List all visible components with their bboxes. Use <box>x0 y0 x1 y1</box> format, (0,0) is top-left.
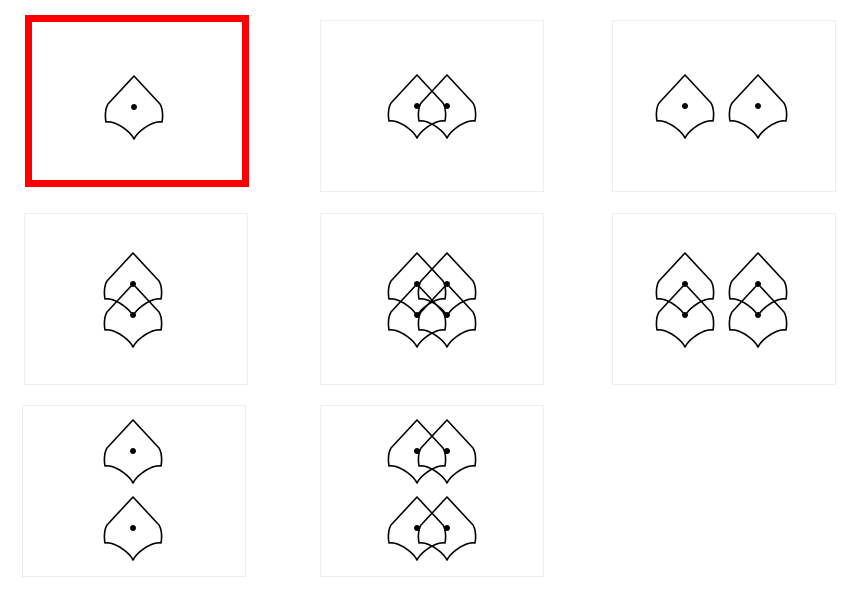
pentagon-shield-icon <box>103 283 163 348</box>
center-dot <box>444 103 450 109</box>
center-dot <box>130 448 136 454</box>
tile-four-overlapping-grid[interactable] <box>320 213 544 385</box>
glyph-group <box>387 252 477 348</box>
pentagon-shield-icon <box>417 496 477 561</box>
glyph-group <box>655 74 788 139</box>
pentagon-shield-icon <box>103 496 163 561</box>
center-dot <box>131 104 137 110</box>
pentagon-shield-icon <box>104 75 164 140</box>
pentagon-shield-icon <box>387 283 447 348</box>
center-dot <box>130 312 136 318</box>
center-dot <box>755 312 761 318</box>
glyph-group <box>387 419 477 561</box>
tile-two-overlapping-horizontal[interactable] <box>320 20 544 192</box>
center-dot <box>682 312 688 318</box>
pentagon-shield-icon <box>387 496 447 561</box>
glyph-group <box>104 75 164 140</box>
tile-two-separated-vertical[interactable] <box>22 405 246 577</box>
tile-single[interactable] <box>25 15 249 187</box>
pentagon-shield-icon <box>728 74 788 139</box>
center-dot <box>755 103 761 109</box>
glyph-group <box>655 252 788 348</box>
center-dot <box>444 448 450 454</box>
pentagon-shield-icon <box>387 419 447 484</box>
pentagon-shield-icon <box>417 74 477 139</box>
center-dot <box>444 525 450 531</box>
glyph-group <box>387 74 477 139</box>
glyph-group <box>103 252 163 348</box>
tile-two-separated-horizontal[interactable] <box>612 20 836 192</box>
pentagon-shield-icon <box>417 283 477 348</box>
pentagon-shield-icon <box>417 419 477 484</box>
center-dot <box>682 103 688 109</box>
center-dot <box>444 312 450 318</box>
pentagon-shield-icon <box>387 74 447 139</box>
center-dot <box>130 525 136 531</box>
tile-four-pairs-vertical[interactable] <box>612 213 836 385</box>
pentagon-shield-icon <box>655 283 715 348</box>
pentagon-shield-icon <box>103 419 163 484</box>
pentagon-shield-icon <box>728 283 788 348</box>
tile-two-overlapping-vertical[interactable] <box>24 213 248 385</box>
glyph-group <box>103 419 163 561</box>
pentagon-shield-icon <box>655 74 715 139</box>
tile-four-pairs-horizontal[interactable] <box>320 405 544 577</box>
